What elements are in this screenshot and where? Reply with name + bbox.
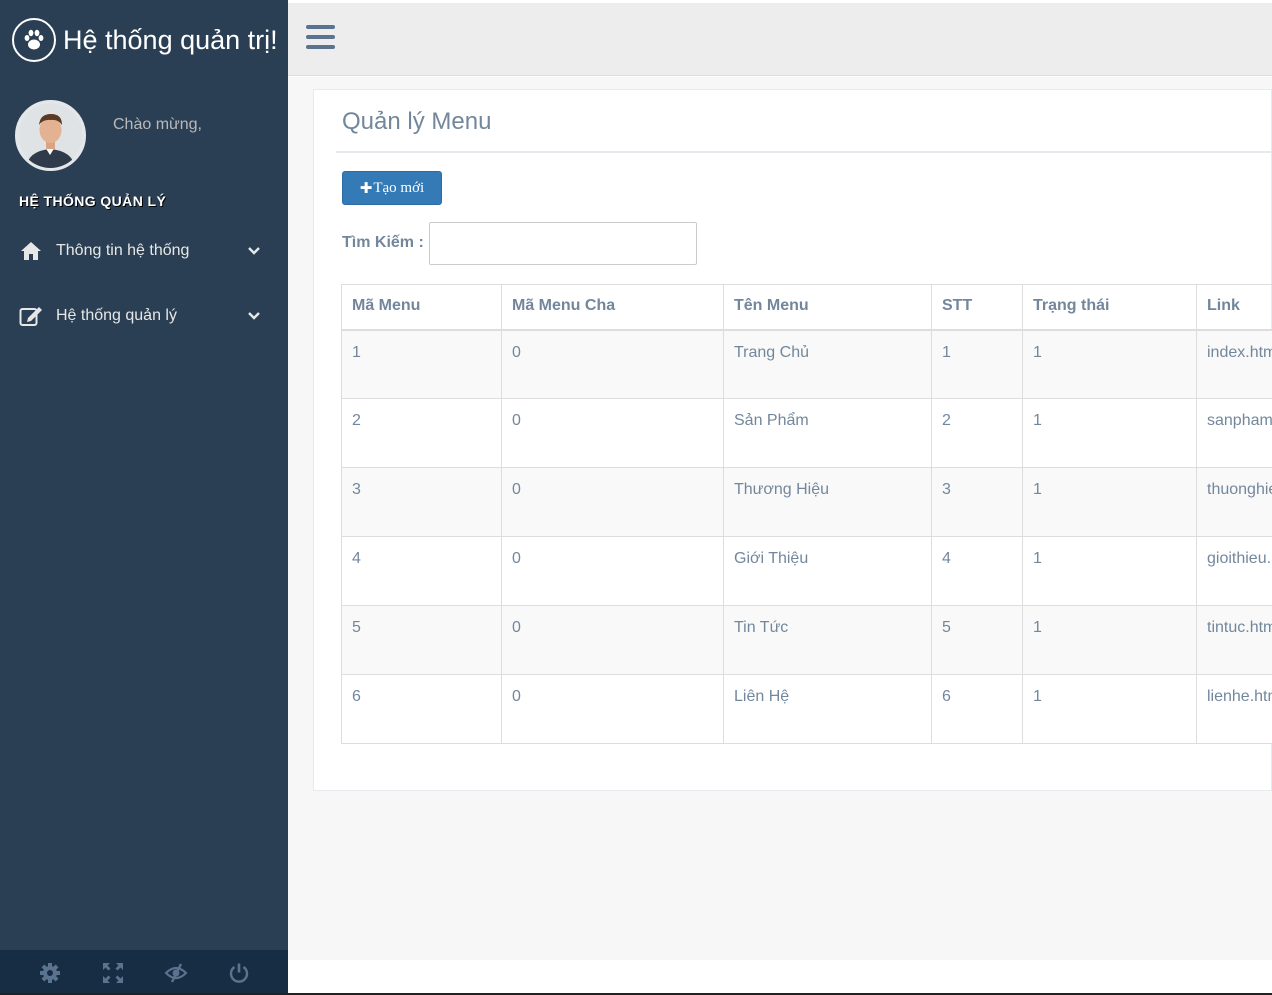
search-input[interactable] <box>429 222 697 265</box>
cell-menu-id: 1 <box>341 329 502 399</box>
cell-link: lienhe.htm <box>1196 674 1272 744</box>
paw-icon <box>12 18 56 62</box>
brand-title: Hệ thống quản trị! <box>63 24 278 55</box>
table-header-row: Mã Menu Mã Menu Cha Tên Menu STT Trạng t… <box>341 284 1272 331</box>
cell-order: 4 <box>931 536 1023 606</box>
eye-slash-icon[interactable] <box>156 953 196 993</box>
welcome-text: Chào mừng, <box>113 116 202 133</box>
table-row[interactable]: 3 0 Thương Hiệu 3 1 thuonghie <box>341 467 1272 537</box>
sidebar-item-management[interactable]: Hệ thống quản lý <box>0 294 288 338</box>
cell-menu-name: Thương Hiệu <box>723 467 932 537</box>
search-label: Tìm Kiếm : <box>342 234 424 251</box>
menu-toggle-icon[interactable] <box>306 25 336 53</box>
cell-order: 5 <box>931 605 1023 675</box>
cell-menu-id: 4 <box>341 536 502 606</box>
cell-menu-id: 3 <box>341 467 502 537</box>
create-new-button[interactable]: ✚ Tạo mới <box>342 171 442 205</box>
menu-management-panel: Quản lý Menu ✚ Tạo mới Tìm Kiếm : Mã Menu… <box>313 89 1272 791</box>
divider <box>336 151 1272 153</box>
table-row[interactable]: 4 0 Giới Thiệu 4 1 gioithieu. <box>341 536 1272 606</box>
column-header-order[interactable]: STT <box>931 284 1023 331</box>
sidebar: Hệ thống quản trị! Chào mừng, HỆ THỐNG Q… <box>0 0 288 995</box>
home-icon <box>18 239 44 263</box>
column-header-status[interactable]: Trạng thái <box>1022 284 1197 331</box>
cell-menu-name: Tin Tức <box>723 605 932 675</box>
create-new-label: Tạo mới <box>373 179 425 196</box>
cell-link: sanpham <box>1196 398 1272 468</box>
cell-parent-id: 0 <box>501 536 724 606</box>
table-row[interactable]: 5 0 Tin Tức 5 1 tintuc.htm <box>341 605 1272 675</box>
fullscreen-icon[interactable] <box>93 953 133 993</box>
cell-parent-id: 0 <box>501 674 724 744</box>
table-row[interactable]: 1 0 Trang Chủ 1 1 index.htm <box>341 329 1272 399</box>
cell-status: 1 <box>1022 467 1197 537</box>
table-row[interactable]: 6 0 Liên Hệ 6 1 lienhe.htm <box>341 674 1272 744</box>
cell-order: 6 <box>931 674 1023 744</box>
cell-status: 1 <box>1022 536 1197 606</box>
cell-order: 3 <box>931 467 1023 537</box>
edit-icon <box>18 304 44 328</box>
cell-status: 1 <box>1022 605 1197 675</box>
plus-icon: ✚ <box>359 179 373 197</box>
cell-parent-id: 0 <box>501 329 724 399</box>
brand[interactable]: Hệ thống quản trị! <box>0 0 288 80</box>
cell-parent-id: 0 <box>501 467 724 537</box>
cell-order: 2 <box>931 398 1023 468</box>
cell-parent-id: 0 <box>501 398 724 468</box>
cell-link: thuonghie <box>1196 467 1272 537</box>
column-header-parent-id[interactable]: Mã Menu Cha <box>501 284 724 331</box>
profile: Chào mừng, <box>15 100 275 171</box>
sidebar-item-label: Thông tin hệ thống <box>56 242 190 259</box>
column-header-menu-id[interactable]: Mã Menu <box>341 284 502 331</box>
table-row[interactable]: 2 0 Sản Phẩm 2 1 sanpham <box>341 398 1272 468</box>
top-navbar <box>288 3 1272 76</box>
cell-link: tintuc.htm <box>1196 605 1272 675</box>
cell-order: 1 <box>931 329 1023 399</box>
cell-status: 1 <box>1022 674 1197 744</box>
menu-table: Mã Menu Mã Menu Cha Tên Menu STT Trạng t… <box>341 284 1272 744</box>
page-footer <box>288 960 1272 995</box>
chevron-down-icon <box>248 247 260 255</box>
power-icon[interactable] <box>219 953 259 993</box>
cell-status: 1 <box>1022 398 1197 468</box>
page-title: Quản lý Menu <box>342 108 492 135</box>
cell-menu-name: Trang Chủ <box>723 329 932 399</box>
column-header-menu-name[interactable]: Tên Menu <box>723 284 932 331</box>
cell-menu-id: 2 <box>341 398 502 468</box>
sidebar-section-title: HỆ THỐNG QUẢN LÝ <box>19 193 167 209</box>
cell-menu-id: 6 <box>341 674 502 744</box>
cell-menu-name: Sản Phẩm <box>723 398 932 468</box>
user-avatar <box>15 100 86 171</box>
cell-parent-id: 0 <box>501 605 724 675</box>
cell-menu-name: Giới Thiệu <box>723 536 932 606</box>
cell-menu-name: Liên Hệ <box>723 674 932 744</box>
cell-link: index.htm <box>1196 329 1272 399</box>
chevron-down-icon <box>248 312 260 320</box>
sidebar-footer <box>0 950 288 995</box>
column-header-link[interactable]: Link <box>1196 284 1272 331</box>
settings-icon[interactable] <box>30 953 70 993</box>
cell-link: gioithieu. <box>1196 536 1272 606</box>
cell-menu-id: 5 <box>341 605 502 675</box>
cell-status: 1 <box>1022 329 1197 399</box>
sidebar-item-system-info[interactable]: Thông tin hệ thống <box>0 229 288 273</box>
sidebar-item-label: Hệ thống quản lý <box>56 307 177 324</box>
